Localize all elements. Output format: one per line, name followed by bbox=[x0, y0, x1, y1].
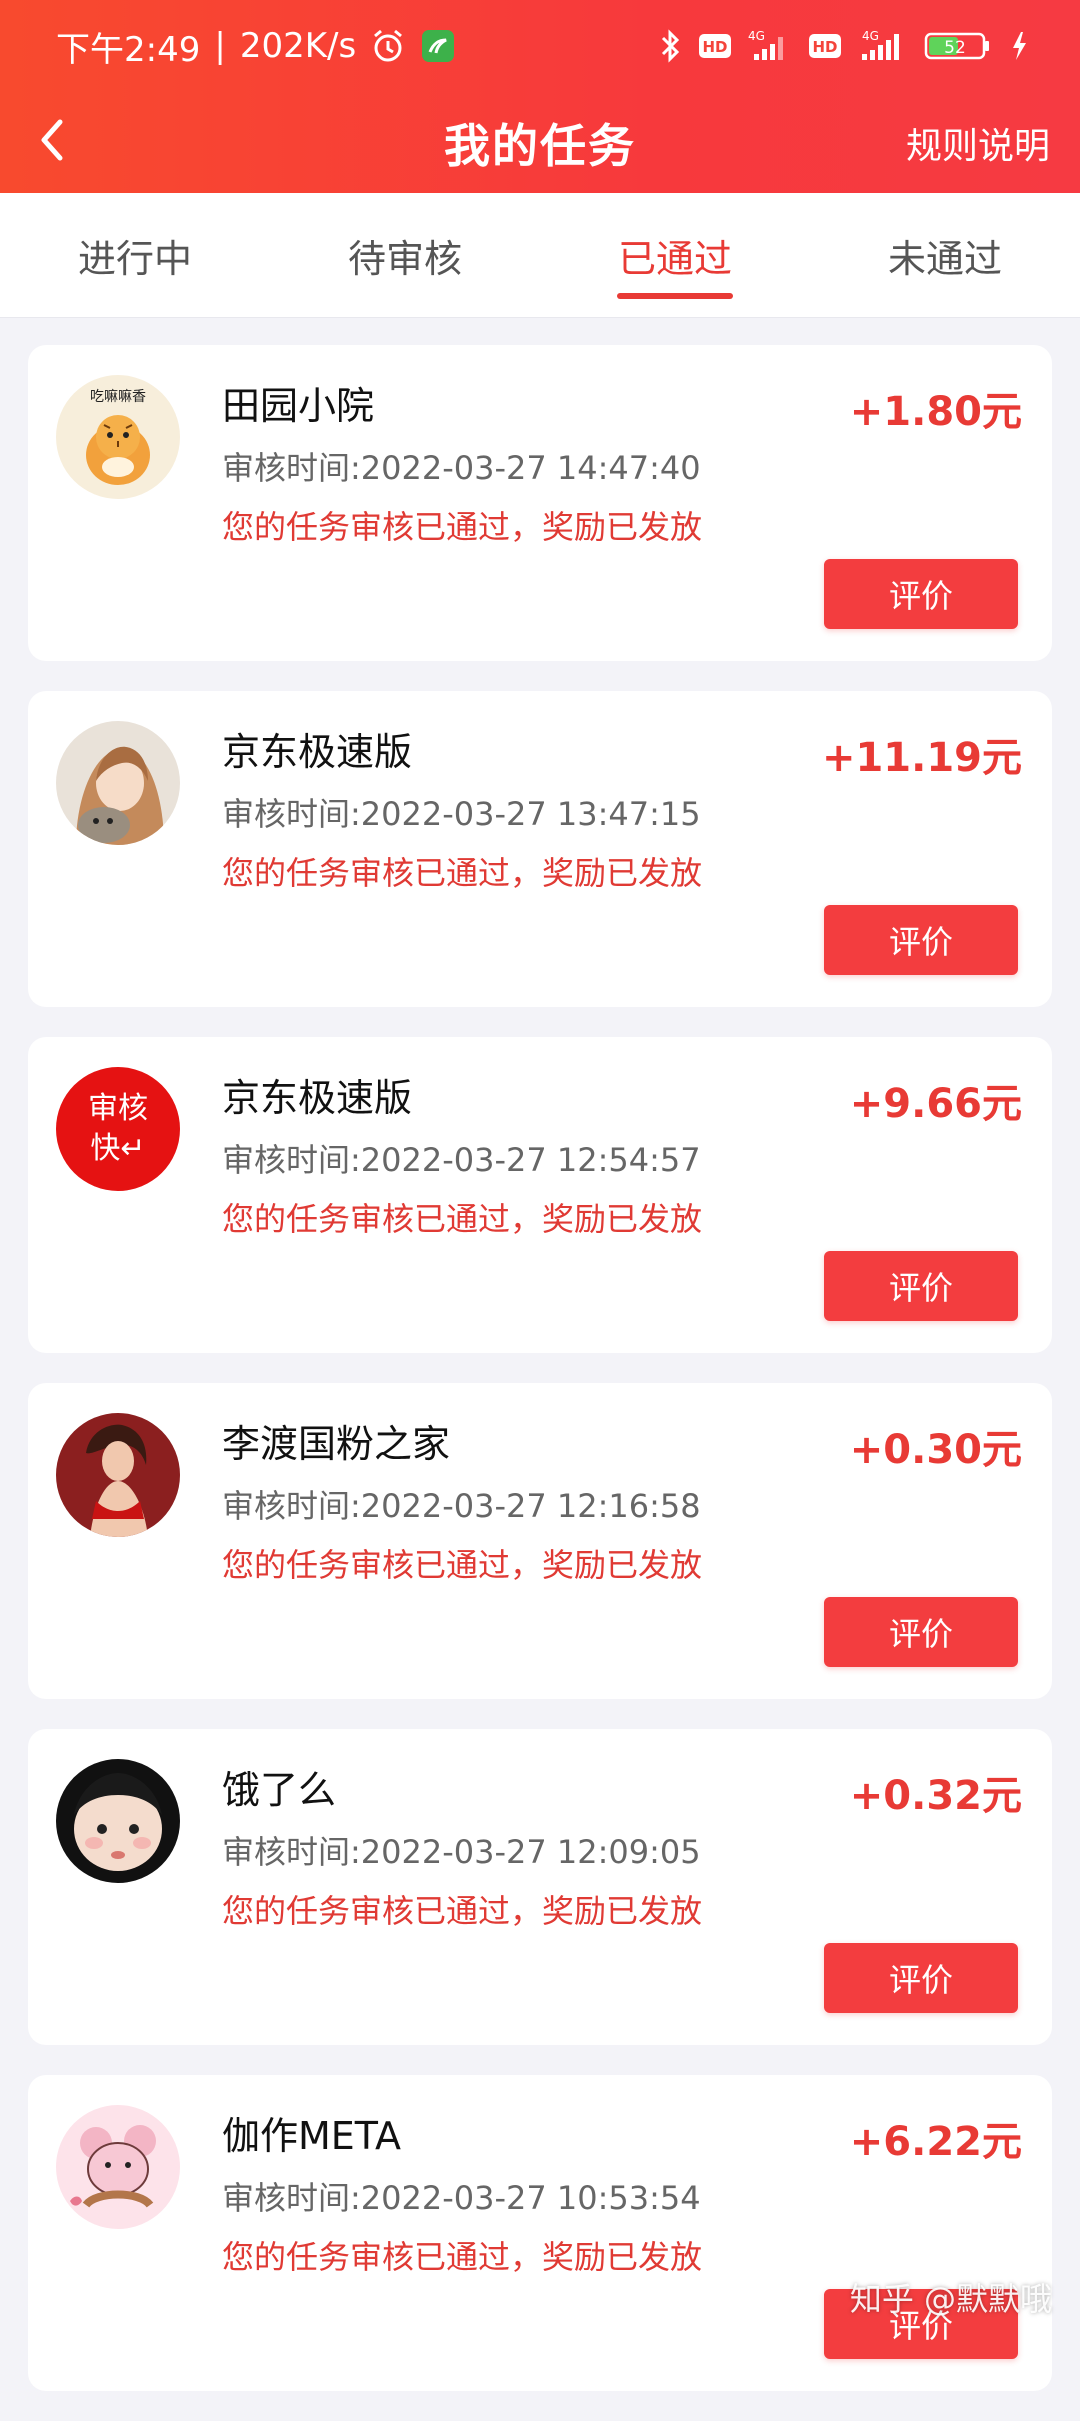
status-message: 您的任务审核已通过，奖励已发放 bbox=[222, 508, 703, 546]
status-left: 下午2:49 | 202K/s bbox=[56, 22, 456, 71]
status-message: 您的任务审核已通过，奖励已发放 bbox=[222, 1200, 703, 1238]
task-card[interactable]: 伽作META 审核时间:2022-03-27 10:53:54 您的任务审核已通… bbox=[28, 2075, 1052, 2391]
status-bar: 下午2:49 | 202K/s HD 4G HD 4G 52 bbox=[0, 0, 1080, 92]
avatar-tiger: 吃嘛嘛香 bbox=[56, 375, 180, 499]
avatar-caption: 吃嘛嘛香 bbox=[90, 389, 146, 405]
status-right: HD 4G HD 4G 52 bbox=[658, 28, 1028, 64]
task-name: 京东极速版 bbox=[222, 730, 413, 774]
battery-level: 52 bbox=[944, 38, 966, 58]
avatar-text-line-2: 快↵ bbox=[90, 1131, 146, 1166]
charging-icon bbox=[1010, 28, 1028, 64]
task-name: 田园小院 bbox=[222, 384, 375, 428]
rate-button[interactable]: 评价 bbox=[824, 559, 1018, 629]
reward-amount: +0.30元 bbox=[849, 1427, 1022, 1473]
task-card[interactable]: 审核 快↵ 京东极速版 审核时间:2022-03-27 12:54:57 您的任… bbox=[28, 1037, 1052, 1353]
reward-amount: +0.32元 bbox=[849, 1773, 1022, 1819]
status-divider: | bbox=[214, 26, 226, 66]
svg-text:4G: 4G bbox=[862, 29, 879, 43]
tab-approved[interactable]: 已通过 bbox=[540, 193, 810, 317]
reward-amount: +6.22元 bbox=[849, 2119, 1022, 2165]
avatar-text-line-1: 审核 bbox=[88, 1091, 148, 1126]
signal-1-icon: 4G bbox=[748, 28, 792, 64]
app-notification-icon bbox=[420, 28, 456, 64]
task-name: 饿了么 bbox=[222, 1768, 337, 1812]
svg-text:4G: 4G bbox=[748, 29, 765, 43]
task-card[interactable]: 饿了么 审核时间:2022-03-27 12:09:05 您的任务审核已通过，奖… bbox=[28, 1729, 1052, 2045]
bluetooth-icon bbox=[658, 28, 682, 64]
task-list: 吃嘛嘛香 田园小院 审核时间:2022-03-27 14:47:40 您的任务审… bbox=[28, 345, 1052, 2421]
tab-rejected[interactable]: 未通过 bbox=[810, 193, 1080, 317]
svg-text:HD: HD bbox=[812, 38, 837, 56]
review-time: 审核时间:2022-03-27 14:47:40 bbox=[222, 449, 701, 487]
rate-button[interactable]: 评价 bbox=[824, 1251, 1018, 1321]
task-name: 京东极速版 bbox=[222, 1076, 413, 1120]
status-message: 您的任务审核已通过，奖励已发放 bbox=[222, 1546, 703, 1584]
signal-2-icon: 4G bbox=[858, 28, 908, 64]
app-header: 下午2:49 | 202K/s HD 4G HD 4G 52 我的任务 规则说明 bbox=[0, 0, 1080, 193]
avatar-woman-red bbox=[56, 1413, 180, 1537]
task-name: 伽作META bbox=[222, 2114, 402, 2158]
svg-text:HD: HD bbox=[702, 38, 727, 56]
net-speed: 202K/s bbox=[239, 26, 357, 66]
avatar-red-badge: 审核 快↵ bbox=[56, 1067, 180, 1191]
avatar-baby bbox=[56, 1759, 180, 1883]
task-card[interactable]: 吃嘛嘛香 田园小院 审核时间:2022-03-27 14:47:40 您的任务审… bbox=[28, 345, 1052, 661]
rate-button[interactable]: 评价 bbox=[824, 1597, 1018, 1667]
review-time: 审核时间:2022-03-27 12:54:57 bbox=[222, 1141, 701, 1179]
tab-pending-review[interactable]: 待审核 bbox=[270, 193, 540, 317]
review-time: 审核时间:2022-03-27 13:47:15 bbox=[222, 795, 701, 833]
status-message: 您的任务审核已通过，奖励已发放 bbox=[222, 2238, 703, 2276]
avatar-girl-cat bbox=[56, 721, 180, 845]
hd-badge-icon: HD bbox=[698, 33, 732, 59]
task-card[interactable]: 李渡国粉之家 审核时间:2022-03-27 12:16:58 您的任务审核已通… bbox=[28, 1383, 1052, 1699]
status-message: 您的任务审核已通过，奖励已发放 bbox=[222, 854, 703, 892]
rules-link[interactable]: 规则说明 bbox=[906, 92, 1050, 193]
task-name: 李渡国粉之家 bbox=[222, 1422, 451, 1466]
avatar-review-fast: 审核 快↵ bbox=[56, 1067, 180, 1191]
review-time: 审核时间:2022-03-27 12:09:05 bbox=[222, 1833, 701, 1871]
review-time: 审核时间:2022-03-27 10:53:54 bbox=[222, 2179, 701, 2217]
watermark: 知乎 @默默哦 bbox=[849, 2280, 1052, 2318]
reward-amount: +11.19元 bbox=[821, 735, 1022, 781]
reward-amount: +9.66元 bbox=[849, 1081, 1022, 1127]
alarm-icon bbox=[370, 28, 406, 64]
status-message: 您的任务审核已通过，奖励已发放 bbox=[222, 1892, 703, 1930]
review-time: 审核时间:2022-03-27 12:16:58 bbox=[222, 1487, 701, 1525]
nav-bar: 我的任务 规则说明 bbox=[0, 92, 1080, 193]
tab-in-progress[interactable]: 进行中 bbox=[0, 193, 270, 317]
hd-badge-2-icon: HD bbox=[808, 33, 842, 59]
battery-icon: 52 bbox=[924, 28, 994, 64]
rate-button[interactable]: 评价 bbox=[824, 905, 1018, 975]
rate-button[interactable]: 评价 bbox=[824, 1943, 1018, 2013]
status-time: 下午2:49 bbox=[56, 29, 201, 70]
task-card[interactable]: 京东极速版 审核时间:2022-03-27 13:47:15 您的任务审核已通过… bbox=[28, 691, 1052, 1007]
avatar-cartoon-mouse bbox=[56, 2105, 180, 2229]
status-tabs: 进行中 待审核 已通过 未通过 bbox=[0, 193, 1080, 318]
reward-amount: +1.80元 bbox=[849, 389, 1022, 435]
